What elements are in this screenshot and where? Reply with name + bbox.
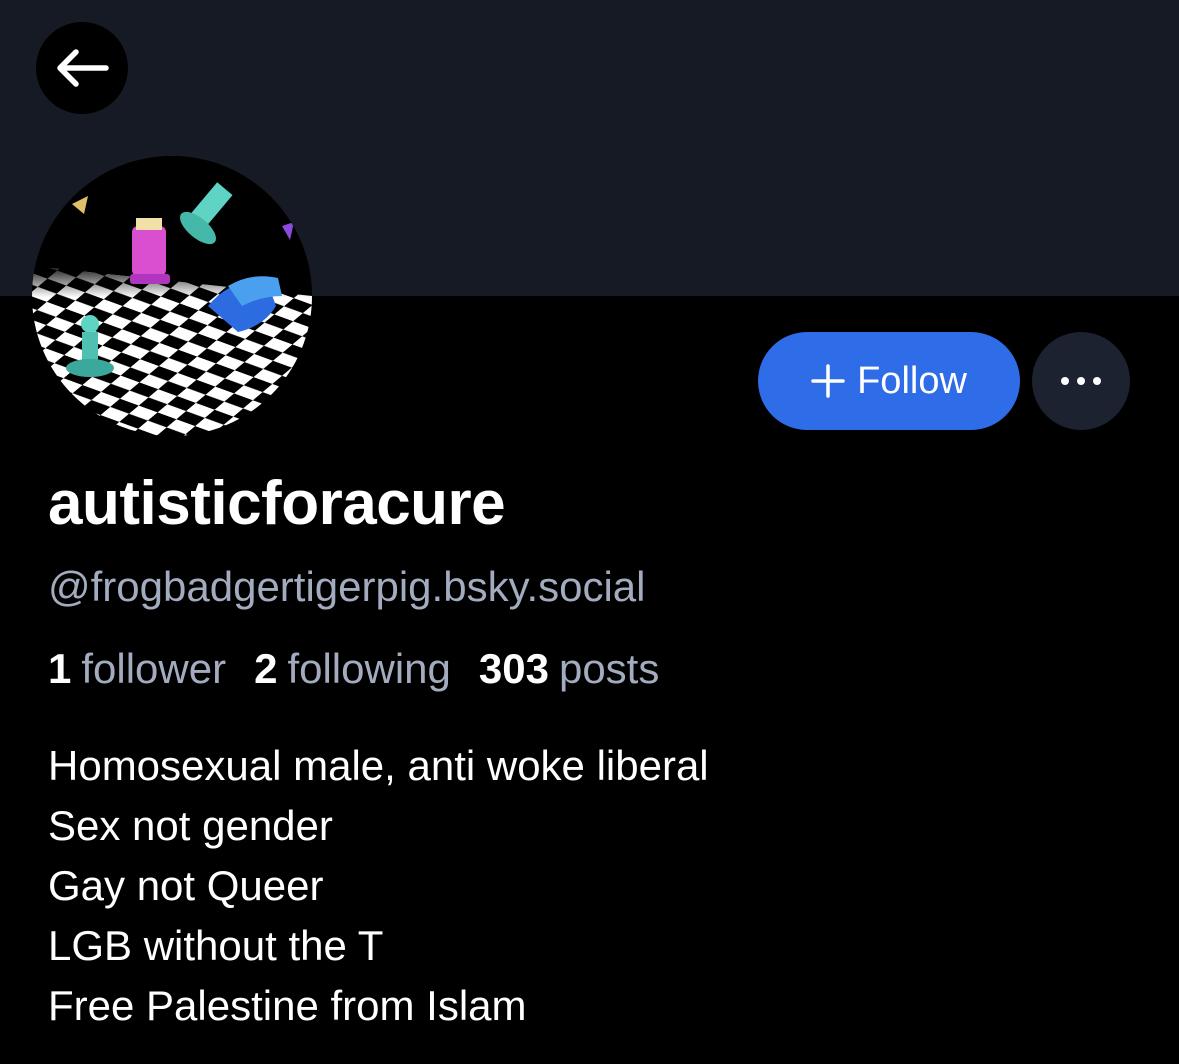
bio-line: Sex not gender bbox=[48, 802, 333, 849]
bio-line: LGB without the T bbox=[48, 922, 384, 969]
following-stat[interactable]: 2 following bbox=[254, 642, 451, 696]
bio-line: Gay not Queer bbox=[48, 862, 324, 909]
avatar-image bbox=[32, 156, 312, 436]
plus-icon bbox=[811, 364, 845, 398]
back-button[interactable] bbox=[36, 22, 128, 114]
avatar[interactable] bbox=[32, 156, 312, 436]
follow-button-label: Follow bbox=[857, 359, 967, 402]
arrow-left-icon bbox=[57, 49, 109, 87]
follow-button[interactable]: Follow bbox=[758, 332, 1020, 430]
profile-bio: Homosexual male, anti woke liberal Sex n… bbox=[48, 736, 709, 1036]
following-count: 2 bbox=[254, 645, 278, 692]
followers-count: 1 bbox=[48, 645, 72, 692]
ellipsis-icon bbox=[1061, 377, 1101, 385]
profile-stats: 1 follower 2 following 303 posts bbox=[48, 642, 659, 696]
posts-stat: 303 posts bbox=[479, 642, 659, 696]
followers-label: follower bbox=[81, 645, 227, 692]
posts-count: 303 bbox=[478, 645, 549, 692]
posts-label: posts bbox=[558, 645, 660, 692]
followers-stat[interactable]: 1 follower bbox=[48, 642, 226, 696]
profile-handle: @frogbadgertigerpig.bsky.social bbox=[48, 563, 646, 610]
bio-line: Homosexual male, anti woke liberal bbox=[48, 742, 709, 789]
bio-line: Free Palestine from Islam bbox=[48, 982, 527, 1029]
following-label: following bbox=[287, 645, 451, 692]
display-name: autisticforacure bbox=[48, 469, 506, 538]
more-options-button[interactable] bbox=[1032, 332, 1130, 430]
